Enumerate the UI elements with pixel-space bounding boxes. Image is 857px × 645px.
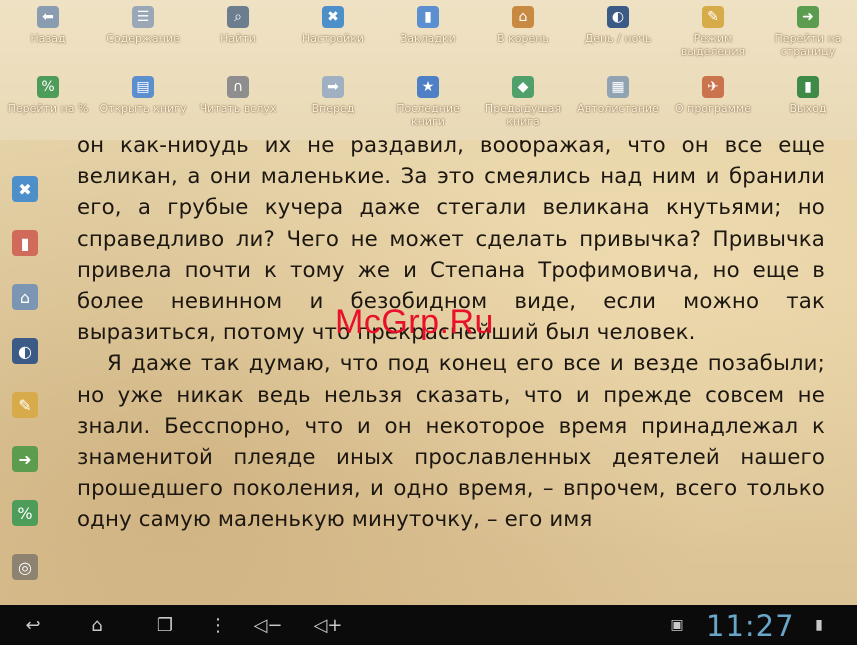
menu-item-label: Читать вслух (199, 102, 277, 115)
menu-item-highlighter[interactable]: ✎ Режим выделения (665, 0, 761, 70)
menu-item-label: Найти (220, 32, 256, 45)
left-toolbar: ✖ ▮ ⌂ ◐ ✎ ➜% ◎ (0, 140, 52, 605)
menu-item-label: Перейти на % (7, 102, 89, 115)
menu-item-recent-books[interactable]: ★ Последние книги (380, 70, 476, 140)
menu-item-bookmark[interactable]: ▮ Закладки (380, 0, 476, 70)
screenshot-icon: ▣ (670, 617, 684, 633)
binoculars-icon: ⌕ (227, 6, 249, 28)
menu-item-goto-page[interactable]: ➜ Перейти на страницу (760, 0, 856, 70)
more-icon[interactable]: ◎ (12, 554, 38, 580)
back-icon[interactable]: ↩ (18, 613, 48, 637)
menu-item-root[interactable]: ⌂ В корень (475, 0, 571, 70)
menu-item-exit[interactable]: ▮ Выход (760, 70, 856, 140)
menu-item-label: Предыдущая книга (484, 102, 562, 128)
menu-item-label: В корень (497, 32, 549, 45)
menu-item-label: Назад (30, 32, 66, 45)
menu-item-label: Вперед (311, 102, 355, 115)
menu-item-label: Настройки (301, 32, 365, 45)
menu-item-label: Режим выделения (680, 32, 746, 58)
root-icon[interactable]: ⌂ (12, 284, 38, 310)
menu-item-previous-book[interactable]: ◆ Предыдущая книга (475, 70, 571, 140)
menu-row-1: ⬅ Назад ☰ Содержание ⌕ Найти ✖ Настройки ▮ Заклад… (0, 0, 857, 70)
root-icon: ⌂ (512, 6, 534, 28)
menu-item-forward-arrow[interactable]: ➡ Вперед (285, 70, 381, 140)
about-icon: ✈ (702, 76, 724, 98)
contents-list-icon: ☰ (132, 6, 154, 28)
paragraph: Я даже так думаю, что под конец его все … (77, 351, 825, 533)
menu-item-headphones[interactable]: ∩ Читать вслух (190, 70, 286, 140)
menu-item-autoscroll[interactable]: ▦ Автолистание (570, 70, 666, 140)
autoscroll-icon: ▦ (607, 76, 629, 98)
bookmark-icon: ▮ (417, 6, 439, 28)
menu-item-label: Перейти на страницу (774, 32, 842, 58)
watermark: McGrp.Ru (335, 303, 494, 341)
goto-page-icon[interactable]: ➜ (12, 446, 38, 472)
clock: 11:27 (706, 609, 795, 643)
highlighter-icon[interactable]: ✎ (12, 392, 38, 418)
tools-icon: ✖ (322, 6, 344, 28)
forward-arrow-icon: ➡ (322, 76, 344, 98)
menu-dots-icon[interactable]: ⋮ (209, 613, 227, 637)
goto-page-icon: ➜ (797, 6, 819, 28)
menu-item-label: День / ночь (584, 32, 652, 45)
back-arrow-icon: ⬅ (37, 6, 59, 28)
goto-percent-icon[interactable]: % (12, 500, 38, 526)
menu-item-goto-percent[interactable]: % Перейти на % (0, 70, 96, 140)
menu-row-2: % Перейти на % ▤ Открыть книгу ∩ Читать вслух… (0, 70, 857, 140)
recent-apps-icon[interactable]: ❐ (148, 613, 182, 637)
bookmark-icon[interactable]: ▮ (12, 230, 38, 256)
menu-item-day-night[interactable]: ◐ День / ночь (570, 0, 666, 70)
recent-books-icon: ★ (417, 76, 439, 98)
book-text[interactable]: он как-нибудь их не раздавил, воображая,… (77, 130, 825, 600)
tools-icon[interactable]: ✖ (12, 176, 38, 202)
menu-item-label: Содержание (106, 32, 180, 45)
menu-item-back-arrow[interactable]: ⬅ Назад (0, 0, 96, 70)
volume-up-icon[interactable]: ◁+ (310, 613, 346, 637)
menu-item-label: Закладки (400, 32, 456, 45)
menu-item-label: Последние книги (396, 102, 460, 128)
menu-item-label: Автолистание (577, 102, 659, 115)
menu-item-tools[interactable]: ✖ Настройки (285, 0, 381, 70)
system-navigation-bar: 11:27 ↩ ⌂ ❐ ⋮ ◁− ◁+ ▣ ▮ (0, 605, 857, 645)
signal-battery-icon: ▮ (815, 617, 823, 633)
day-night-icon[interactable]: ◐ (12, 338, 38, 364)
menu-item-label: Открыть книгу (99, 102, 187, 115)
exit-icon: ▮ (797, 76, 819, 98)
home-icon[interactable]: ⌂ (80, 613, 114, 637)
menu-item-label: Выход (789, 102, 827, 115)
menu-item-binoculars[interactable]: ⌕ Найти (190, 0, 286, 70)
volume-down-icon[interactable]: ◁− (250, 613, 286, 637)
previous-book-icon: ◆ (512, 76, 534, 98)
headphones-icon: ∩ (227, 76, 249, 98)
menu-item-label: О программе (675, 102, 751, 115)
menu-item-open-book-folder[interactable]: ▤ Открыть книгу (95, 70, 191, 140)
menu-item-contents-list[interactable]: ☰ Содержание (95, 0, 191, 70)
day-night-icon: ◐ (607, 6, 629, 28)
open-book-folder-icon: ▤ (132, 76, 154, 98)
reader-menu: ⬅ Назад ☰ Содержание ⌕ Найти ✖ Настройки ▮ Заклад… (0, 0, 857, 140)
goto-percent-icon: % (37, 76, 59, 98)
highlighter-icon: ✎ (702, 6, 724, 28)
menu-item-about[interactable]: ✈ О программе (665, 70, 761, 140)
